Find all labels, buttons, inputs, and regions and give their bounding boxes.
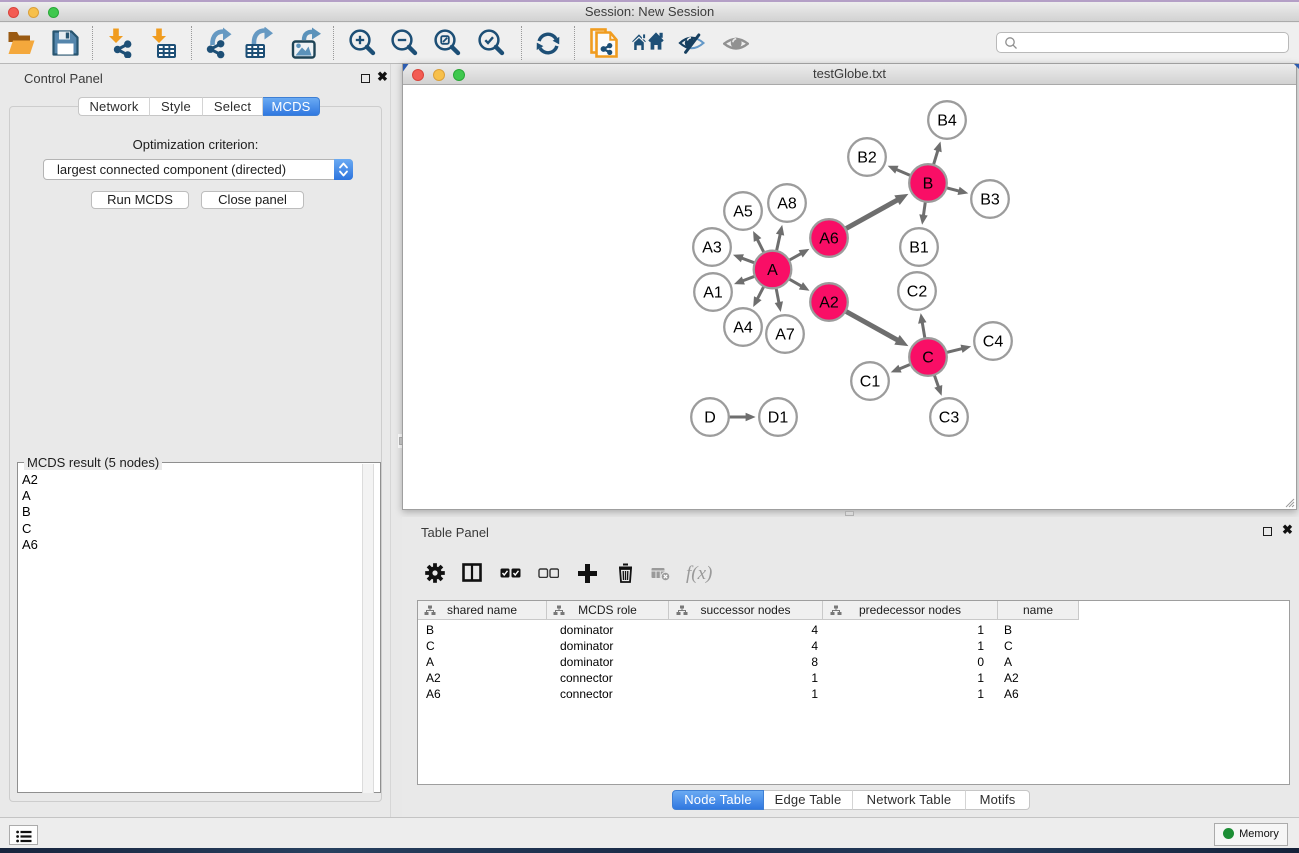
svg-text:C: C (922, 350, 934, 367)
svg-text:C2: C2 (907, 284, 928, 301)
svg-text:A4: A4 (733, 320, 753, 337)
svg-text:B3: B3 (980, 192, 1000, 209)
svg-text:f(x): f(x) (686, 563, 712, 584)
svg-text:A2: A2 (819, 295, 839, 312)
svg-text:D: D (704, 410, 716, 427)
svg-text:B4: B4 (937, 113, 957, 130)
svg-text:A: A (767, 262, 778, 279)
svg-text:C3: C3 (939, 410, 960, 427)
svg-text:A8: A8 (777, 196, 797, 213)
svg-text:B: B (923, 176, 934, 193)
svg-text:D1: D1 (768, 410, 789, 427)
svg-text:A3: A3 (702, 240, 722, 257)
svg-text:B2: B2 (857, 150, 877, 167)
svg-text:A6: A6 (819, 231, 839, 248)
svg-text:C4: C4 (983, 334, 1004, 351)
svg-text:B1: B1 (909, 240, 929, 257)
svg-text:A1: A1 (703, 285, 723, 302)
svg-text:A7: A7 (775, 327, 795, 344)
svg-text:A5: A5 (733, 204, 753, 221)
svg-text:C1: C1 (860, 374, 881, 391)
